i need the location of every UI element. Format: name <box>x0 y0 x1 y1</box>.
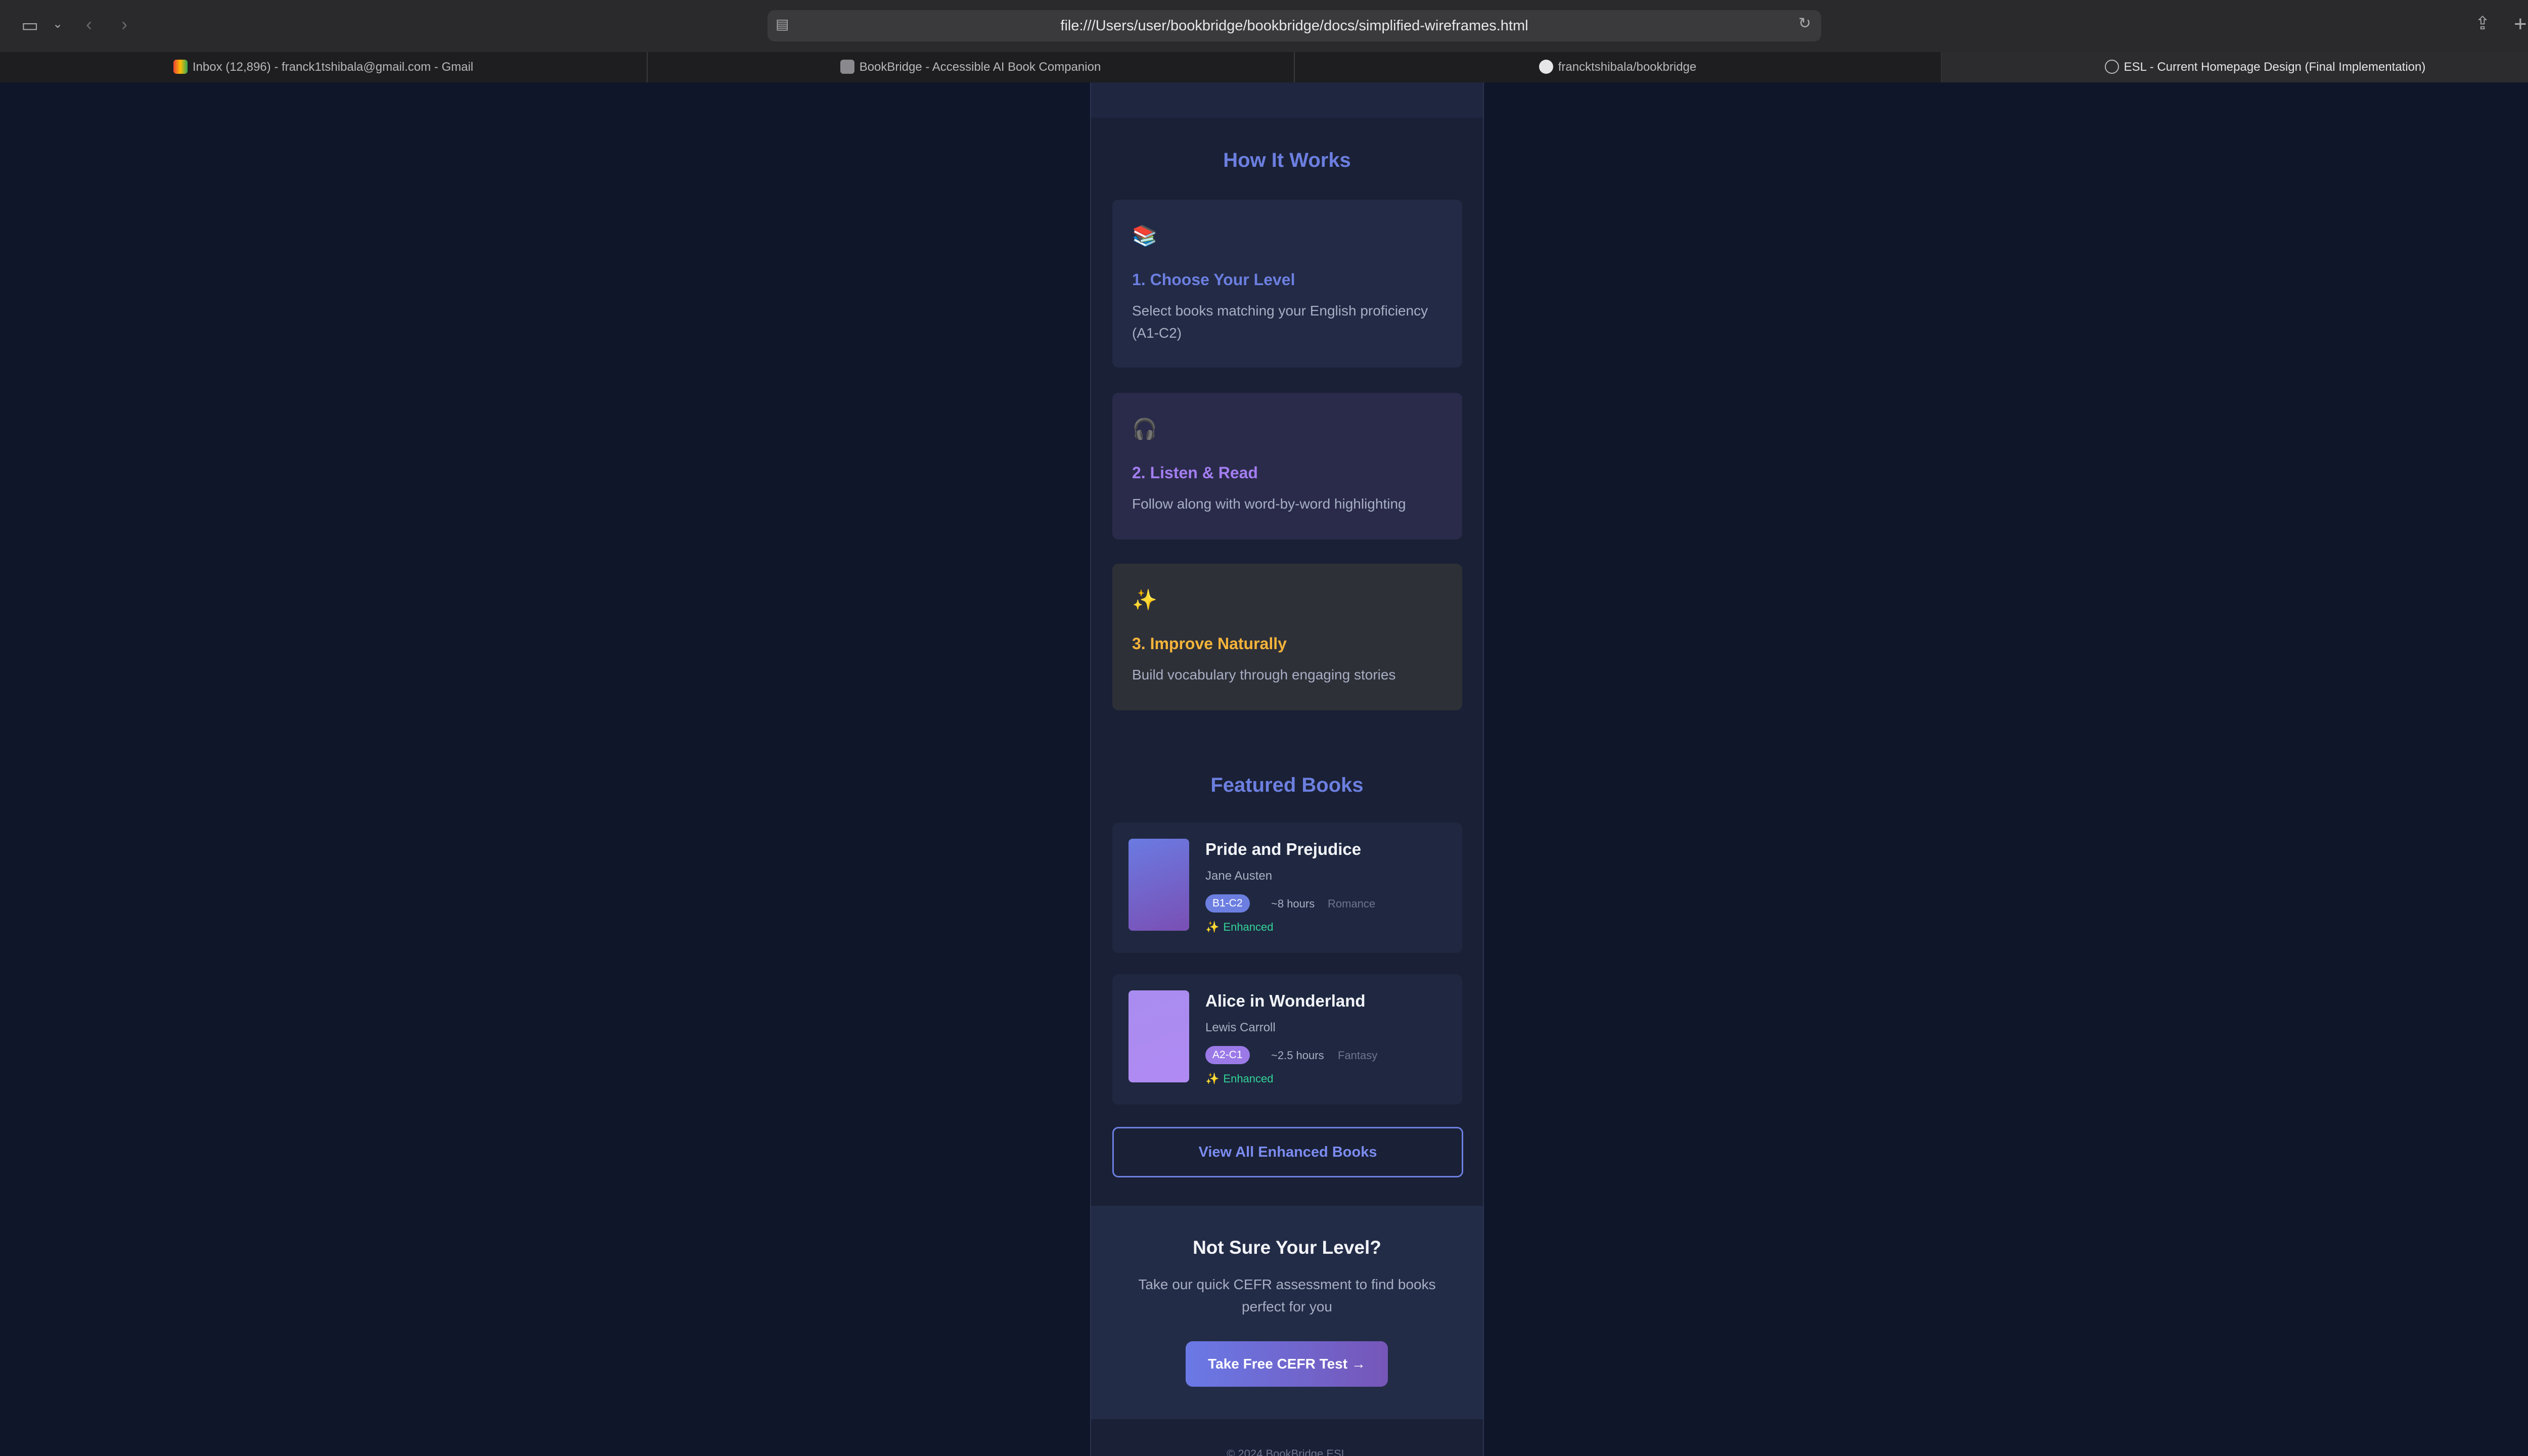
sparkles-icon: ✨ <box>1205 1072 1220 1085</box>
reload-icon[interactable]: ↻ <box>1798 16 1811 31</box>
new-tab-icon[interactable]: + <box>2514 13 2527 35</box>
book-title: Pride and Prejudice <box>1205 840 1362 858</box>
compass-icon <box>2104 60 2119 74</box>
book-title: Alice in Wonderland <box>1205 991 1366 1010</box>
step-card-listen-read: 🎧 2. Listen & Read Follow along with wor… <box>1112 393 1462 539</box>
book-card-pride-and-prejudice[interactable]: Pride and Prejudice Jane Austen B1-C2 ~8… <box>1112 823 1462 953</box>
genre-label: Fantasy <box>1338 1049 1378 1062</box>
sparkles-icon: ✨ <box>1132 589 1157 611</box>
book-cover <box>1128 839 1189 931</box>
step-title: 3. Improve Naturally <box>1132 634 1287 653</box>
step-title: 1. Choose Your Level <box>1132 270 1295 289</box>
level-badge: A2-C1 <box>1205 1046 1250 1064</box>
step-description: Build vocabulary through engaging storie… <box>1132 667 1396 682</box>
step-card-improve-naturally: ✨ 3. Improve Naturally Build vocabulary … <box>1112 564 1462 710</box>
step-description: Select books matching your English profi… <box>1132 303 1428 341</box>
chevron-down-icon[interactable]: ⌄ <box>53 18 63 30</box>
book-card-alice-in-wonderland[interactable]: Alice in Wonderland Lewis Carroll A2-C1 … <box>1112 974 1462 1105</box>
sparkles-icon: ✨ <box>1205 921 1220 933</box>
tab-bar: Inbox (12,896) - franck1tshibala@gmail.c… <box>0 52 2528 83</box>
footer-copyright: © 2024 BookBridge ESL <box>1227 1447 1347 1456</box>
tab-label: BookBridge - Accessible AI Book Companio… <box>859 60 1101 74</box>
share-icon[interactable]: ⇪ <box>2475 14 2490 32</box>
featured-books-title: Featured Books <box>1210 774 1364 796</box>
gmail-icon <box>173 60 188 74</box>
enhanced-label: ✨ Enhanced <box>1205 921 1274 933</box>
view-all-enhanced-books-button[interactable]: View All Enhanced Books <box>1112 1127 1463 1177</box>
cefr-section: Not Sure Your Level? Take our quick CEFR… <box>1091 1206 1483 1419</box>
browser-toolbar: ▭ ⌄ ‹ › ▤ file:///Users/user/bookbridge/… <box>0 0 2528 52</box>
genre-label: Romance <box>1328 897 1376 910</box>
reading-time: ~2.5 hours <box>1271 1049 1324 1062</box>
book-author: Lewis Carroll <box>1205 1021 1276 1034</box>
mobile-frame: How It Works 📚 1. Choose Your Level Sele… <box>1090 82 1484 1456</box>
step-card-choose-level: 📚 1. Choose Your Level Select books matc… <box>1112 200 1462 368</box>
page-viewport: How It Works 📚 1. Choose Your Level Sele… <box>0 82 2528 1456</box>
tab-gmail[interactable]: Inbox (12,896) - franck1tshibala@gmail.c… <box>0 52 648 82</box>
sidebar-toggle-icon[interactable]: ▭ <box>21 16 38 34</box>
bookbridge-icon <box>840 60 854 74</box>
book-author: Jane Austen <box>1205 869 1273 883</box>
books-icon: 📚 <box>1132 225 1157 247</box>
tab-github[interactable]: francktshibala/bookbridge <box>1294 52 1942 82</box>
step-description: Follow along with word-by-word highlight… <box>1132 496 1406 512</box>
previous-section-edge <box>1091 82 1483 118</box>
headphones-icon: 🎧 <box>1132 418 1157 440</box>
tab-bookbridge[interactable]: BookBridge - Accessible AI Book Companio… <box>647 52 1295 82</box>
take-cefr-test-button[interactable]: Take Free CEFR Test → <box>1186 1341 1388 1387</box>
address-bar[interactable]: ▤ file:///Users/user/bookbridge/bookbrid… <box>768 10 1821 41</box>
back-icon[interactable]: ‹ <box>86 15 92 33</box>
tab-label: ESL - Current Homepage Design (Final Imp… <box>2124 60 2426 74</box>
reading-time: ~8 hours <box>1271 897 1315 910</box>
url-text[interactable]: file:///Users/user/bookbridge/bookbridge… <box>768 10 1821 41</box>
github-icon <box>1539 60 1553 74</box>
forward-icon[interactable]: › <box>121 15 127 33</box>
tab-label: Inbox (12,896) - franck1tshibala@gmail.c… <box>192 60 474 74</box>
level-badge: B1-C2 <box>1205 894 1250 913</box>
tab-label: francktshibala/bookbridge <box>1558 60 1697 74</box>
how-it-works-title: How It Works <box>1223 149 1351 171</box>
cefr-description: Take our quick CEFR assessment to find b… <box>1138 1277 1436 1314</box>
book-cover <box>1128 990 1189 1082</box>
cefr-title: Not Sure Your Level? <box>1193 1237 1381 1258</box>
step-title: 2. Listen & Read <box>1132 464 1258 482</box>
tab-esl-homepage[interactable]: ESL - Current Homepage Design (Final Imp… <box>1942 52 2528 82</box>
enhanced-label: ✨ Enhanced <box>1205 1072 1274 1085</box>
